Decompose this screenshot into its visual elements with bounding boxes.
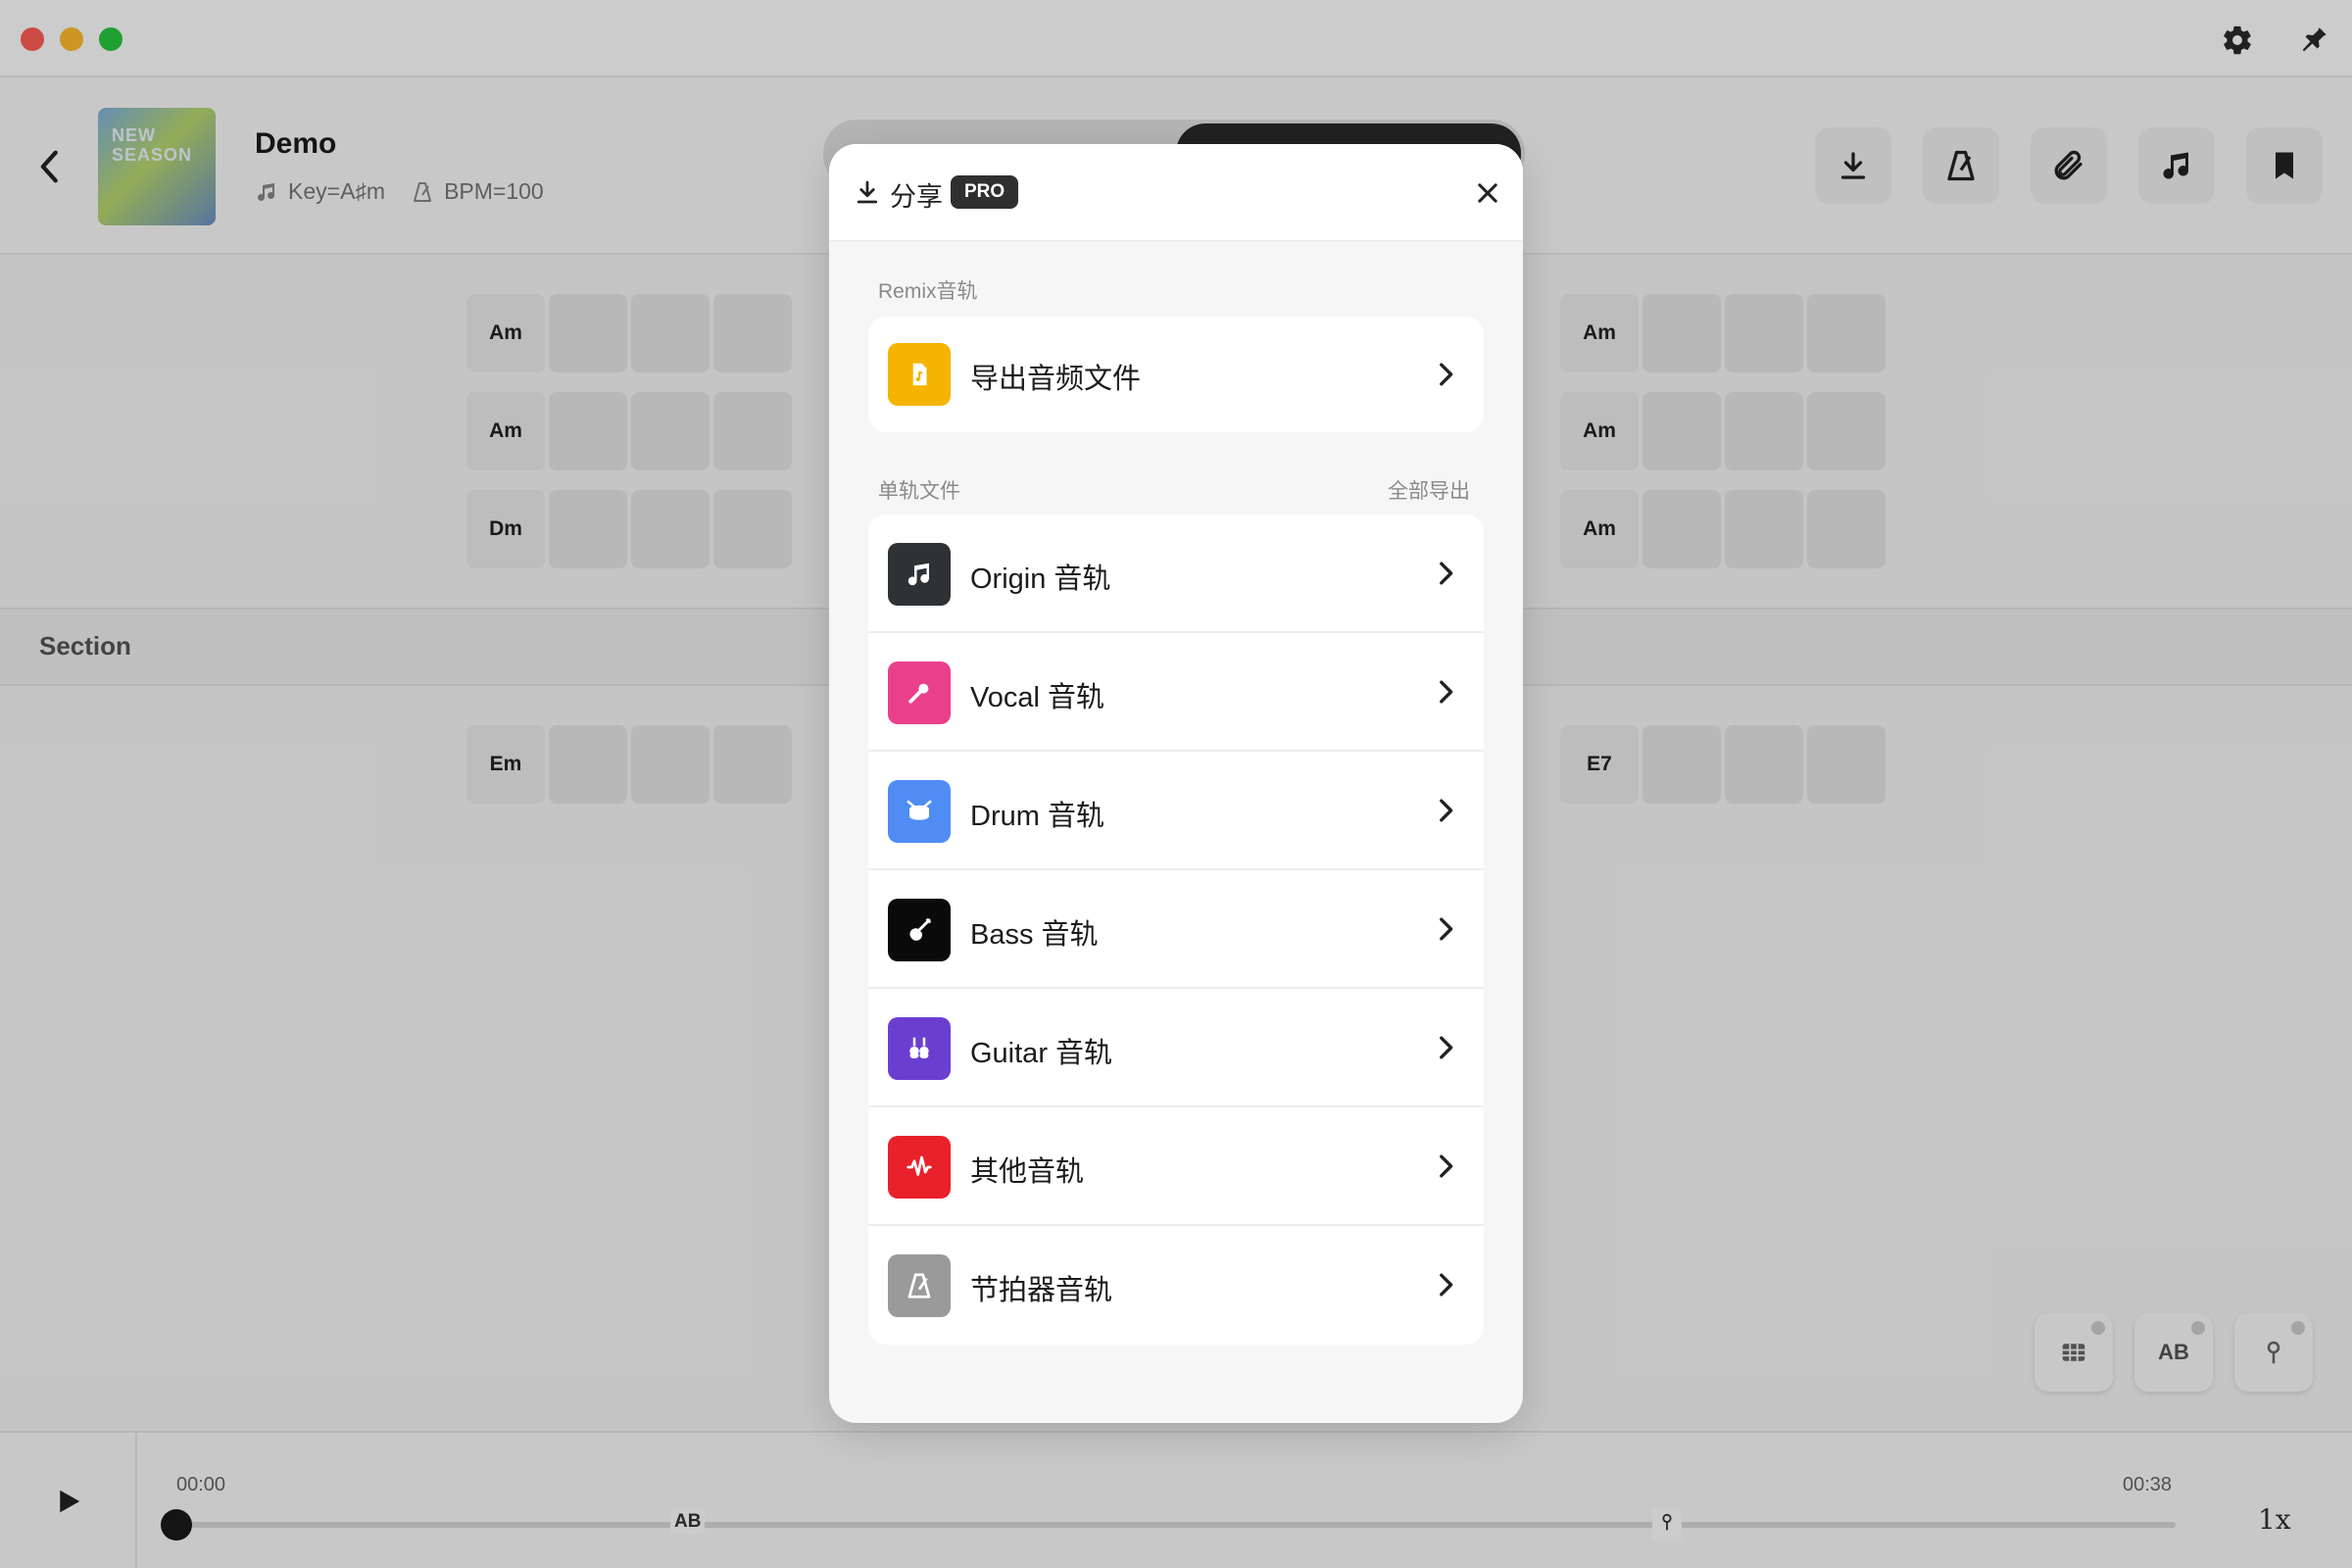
row-label: 导出音频文件 xyxy=(970,364,1142,395)
row-label: Vocal 音轨 xyxy=(970,682,1104,713)
close-icon xyxy=(1478,183,1497,203)
chevron-right-icon xyxy=(1440,1036,1453,1059)
chevron-right-icon xyxy=(1440,799,1453,822)
drum-icon xyxy=(888,780,951,843)
metronome-icon xyxy=(888,1254,951,1317)
bass-guitar-icon xyxy=(888,899,951,961)
track-row-metronome[interactable]: 节拍器音轨 xyxy=(868,1226,1484,1345)
modal-title: 分享 xyxy=(890,182,943,212)
track-row-drum[interactable]: Drum 音轨 xyxy=(868,752,1484,870)
music-note-icon xyxy=(888,543,951,606)
row-label: Drum 音轨 xyxy=(970,801,1104,832)
chevron-right-icon xyxy=(1440,917,1453,941)
export-audio-row[interactable]: 导出音频文件 xyxy=(868,317,1484,432)
track-row-vocal[interactable]: Vocal 音轨 xyxy=(868,633,1484,752)
row-label: 节拍器音轨 xyxy=(970,1275,1113,1306)
guitars-icon xyxy=(888,1017,951,1080)
pro-badge: PRO xyxy=(951,175,1019,209)
row-label: Bass 音轨 xyxy=(970,919,1099,951)
tracks-card: Origin 音轨 Vocal 音轨 Drum 音轨 Bass 音轨 Guita… xyxy=(868,514,1484,1345)
chevron-right-icon xyxy=(1440,1273,1453,1297)
close-button[interactable] xyxy=(1474,179,1501,207)
track-row-other[interactable]: 其他音轨 xyxy=(868,1107,1484,1226)
track-row-guitar[interactable]: Guitar 音轨 xyxy=(868,989,1484,1107)
chevron-right-icon xyxy=(1440,562,1453,585)
track-row-bass[interactable]: Bass 音轨 xyxy=(868,870,1484,989)
remix-card: 导出音频文件 xyxy=(868,317,1484,432)
row-label: 其他音轨 xyxy=(970,1156,1085,1188)
row-label: Guitar 音轨 xyxy=(970,1038,1113,1069)
chevron-right-icon xyxy=(1440,363,1453,386)
chevron-right-icon xyxy=(1440,680,1453,704)
audio-file-icon xyxy=(888,343,951,406)
microphone-icon xyxy=(888,662,951,724)
waveform-icon xyxy=(888,1136,951,1199)
share-modal: 分享 PRO Remix音轨 导出音频文件 单轨文件 全部导出 Origin 音… xyxy=(829,144,1523,1423)
modal-header: 分享 PRO xyxy=(829,144,1523,242)
download-icon xyxy=(857,180,878,204)
row-label: Origin 音轨 xyxy=(970,564,1111,595)
tracks-group-label: 单轨文件 xyxy=(878,480,960,503)
track-row-origin[interactable]: Origin 音轨 xyxy=(868,514,1484,633)
chevron-right-icon xyxy=(1440,1154,1453,1178)
export-all-link[interactable]: 全部导出 xyxy=(1388,475,1470,505)
remix-group-label: Remix音轨 xyxy=(878,280,978,303)
